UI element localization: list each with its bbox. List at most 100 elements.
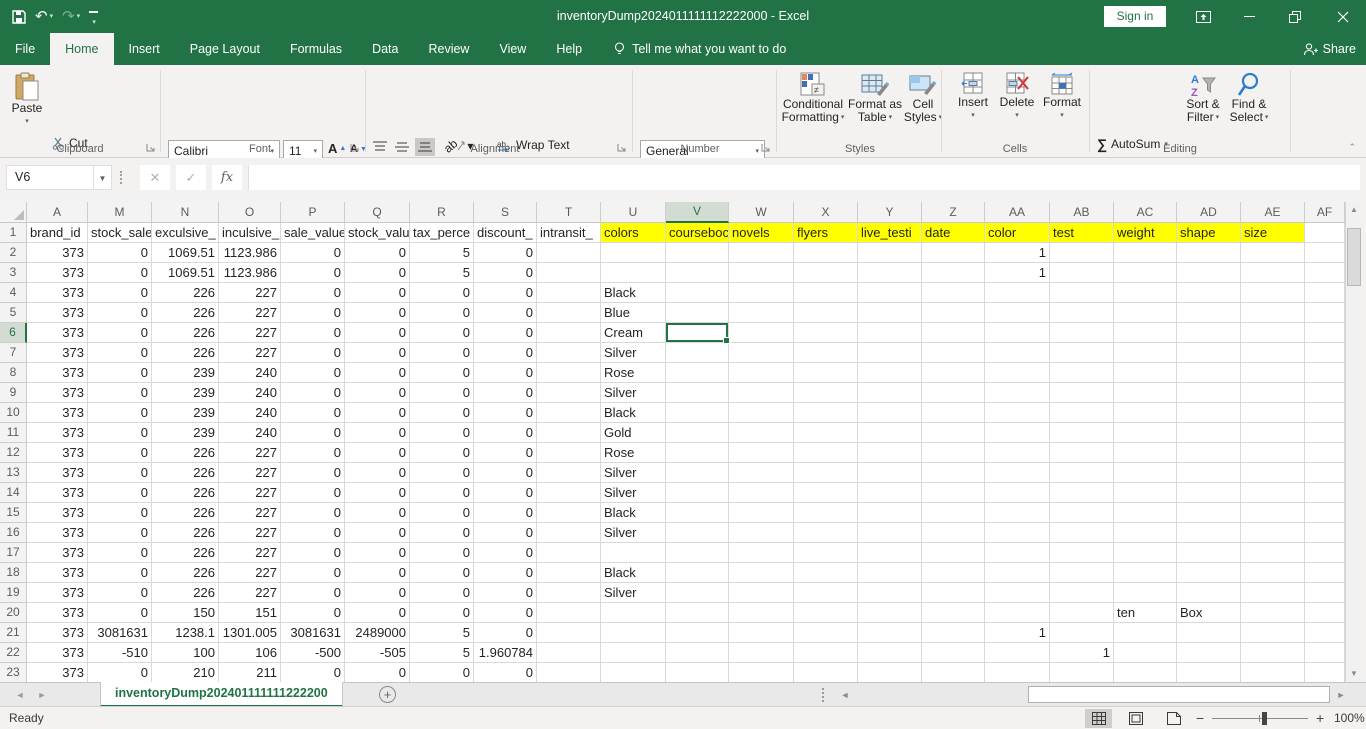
cell-P8[interactable]: 0 xyxy=(281,363,345,383)
cell-AB12[interactable] xyxy=(1050,443,1114,463)
cell-Z7[interactable] xyxy=(922,343,985,363)
cell-AD10[interactable] xyxy=(1177,403,1241,423)
cell-S10[interactable]: 0 xyxy=(474,403,537,423)
cell-X2[interactable] xyxy=(794,243,858,263)
cell-N8[interactable]: 239 xyxy=(152,363,219,383)
cell-M19[interactable]: 0 xyxy=(88,583,152,603)
cell-V9[interactable] xyxy=(666,383,729,403)
cell-V15[interactable] xyxy=(666,503,729,523)
cell-S22[interactable]: 1.960784 xyxy=(474,643,537,663)
cell-X12[interactable] xyxy=(794,443,858,463)
cell-N2[interactable]: 1069.51 xyxy=(152,243,219,263)
cell-AB3[interactable] xyxy=(1050,263,1114,283)
cell-X9[interactable] xyxy=(794,383,858,403)
cell-AA12[interactable] xyxy=(985,443,1050,463)
cell-Q1[interactable]: stock_valu xyxy=(345,223,410,243)
cell-T7[interactable] xyxy=(537,343,601,363)
cell-A20[interactable]: 373 xyxy=(27,603,88,623)
cell-U11[interactable]: Gold xyxy=(601,423,666,443)
cell-Y8[interactable] xyxy=(858,363,922,383)
row-header-22[interactable]: 22 xyxy=(0,643,27,663)
cell-X1[interactable]: flyers xyxy=(794,223,858,243)
cell-X13[interactable] xyxy=(794,463,858,483)
cell-V19[interactable] xyxy=(666,583,729,603)
cell-M5[interactable]: 0 xyxy=(88,303,152,323)
cell-O8[interactable]: 240 xyxy=(219,363,281,383)
cell-O3[interactable]: 1123.986 xyxy=(219,263,281,283)
cell-A15[interactable]: 373 xyxy=(27,503,88,523)
column-header-N[interactable]: N xyxy=(152,202,219,223)
cell-AD17[interactable] xyxy=(1177,543,1241,563)
cell-T6[interactable] xyxy=(537,323,601,343)
cell-AC21[interactable] xyxy=(1114,623,1177,643)
cell-AC9[interactable] xyxy=(1114,383,1177,403)
cell-AA3[interactable]: 1 xyxy=(985,263,1050,283)
cell-U6[interactable]: Cream xyxy=(601,323,666,343)
cell-N5[interactable]: 226 xyxy=(152,303,219,323)
cell-P4[interactable]: 0 xyxy=(281,283,345,303)
customize-qat-button[interactable]: ▾ xyxy=(85,7,102,27)
cell-AF5[interactable] xyxy=(1305,303,1345,323)
cell-A6[interactable]: 373 xyxy=(27,323,88,343)
cell-styles-button[interactable]: Cell Styles▾ xyxy=(906,72,940,124)
cell-T9[interactable] xyxy=(537,383,601,403)
cell-T16[interactable] xyxy=(537,523,601,543)
cell-AC7[interactable] xyxy=(1114,343,1177,363)
cell-R10[interactable]: 0 xyxy=(410,403,474,423)
cell-T22[interactable] xyxy=(537,643,601,663)
cell-W2[interactable] xyxy=(729,243,794,263)
cell-S15[interactable]: 0 xyxy=(474,503,537,523)
cell-AA19[interactable] xyxy=(985,583,1050,603)
row-header-21[interactable]: 21 xyxy=(0,623,27,643)
cell-AD9[interactable] xyxy=(1177,383,1241,403)
row-header-11[interactable]: 11 xyxy=(0,423,27,443)
cell-AF23[interactable] xyxy=(1305,663,1345,682)
cell-P18[interactable]: 0 xyxy=(281,563,345,583)
cell-Q15[interactable]: 0 xyxy=(345,503,410,523)
cell-M20[interactable]: 0 xyxy=(88,603,152,623)
cell-AF22[interactable] xyxy=(1305,643,1345,663)
zoom-slider-track[interactable] xyxy=(1212,718,1308,719)
zoom-in-button[interactable]: + xyxy=(1316,707,1324,729)
alignment-dialog-launcher[interactable] xyxy=(617,142,628,153)
cell-X22[interactable] xyxy=(794,643,858,663)
cell-U1[interactable]: colors xyxy=(601,223,666,243)
cell-W12[interactable] xyxy=(729,443,794,463)
cell-AE15[interactable] xyxy=(1241,503,1305,523)
cell-T10[interactable] xyxy=(537,403,601,423)
cell-AB21[interactable] xyxy=(1050,623,1114,643)
cell-T4[interactable] xyxy=(537,283,601,303)
cell-AE21[interactable] xyxy=(1241,623,1305,643)
cell-V2[interactable] xyxy=(666,243,729,263)
cell-AF8[interactable] xyxy=(1305,363,1345,383)
cell-T5[interactable] xyxy=(537,303,601,323)
cell-M11[interactable]: 0 xyxy=(88,423,152,443)
cell-AB23[interactable] xyxy=(1050,663,1114,682)
cell-AA13[interactable] xyxy=(985,463,1050,483)
cell-X23[interactable] xyxy=(794,663,858,682)
column-header-M[interactable]: M xyxy=(88,202,152,223)
column-header-AC[interactable]: AC xyxy=(1114,202,1177,223)
cell-Y6[interactable] xyxy=(858,323,922,343)
cell-AA8[interactable] xyxy=(985,363,1050,383)
cell-S3[interactable]: 0 xyxy=(474,263,537,283)
cell-AC13[interactable] xyxy=(1114,463,1177,483)
cell-U4[interactable]: Black xyxy=(601,283,666,303)
cell-N15[interactable]: 226 xyxy=(152,503,219,523)
cell-AA5[interactable] xyxy=(985,303,1050,323)
cell-Z17[interactable] xyxy=(922,543,985,563)
cell-O1[interactable]: inculsive_ xyxy=(219,223,281,243)
cell-AB5[interactable] xyxy=(1050,303,1114,323)
name-box-dropdown-icon[interactable]: ▼ xyxy=(94,165,112,190)
cell-O14[interactable]: 227 xyxy=(219,483,281,503)
cell-T17[interactable] xyxy=(537,543,601,563)
insert-cells-button[interactable]: Insert ▾ xyxy=(952,72,994,122)
cell-S12[interactable]: 0 xyxy=(474,443,537,463)
row-header-19[interactable]: 19 xyxy=(0,583,27,603)
cell-AA10[interactable] xyxy=(985,403,1050,423)
formula-input[interactable] xyxy=(248,165,1360,190)
cell-T11[interactable] xyxy=(537,423,601,443)
cell-M12[interactable]: 0 xyxy=(88,443,152,463)
cell-Q11[interactable]: 0 xyxy=(345,423,410,443)
cell-V1[interactable]: courseboc xyxy=(666,223,729,243)
